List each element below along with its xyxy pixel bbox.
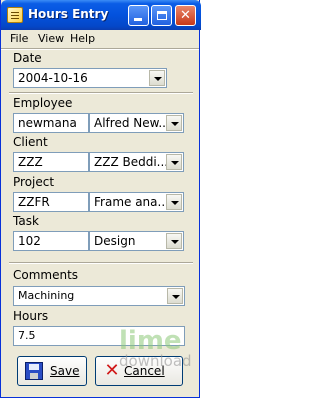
task-name-value: Design	[94, 234, 136, 248]
date-label: Date	[13, 51, 42, 65]
project-label: Project	[13, 175, 55, 189]
chevron-down-icon	[171, 161, 179, 165]
comments-dropdown-button[interactable]	[167, 288, 183, 304]
section-divider-bottom	[9, 262, 193, 264]
close-icon: ✕	[180, 8, 191, 23]
hours-entry-window: Hours Entry ✕ File View Help Date 2004-1…	[0, 0, 201, 398]
client-dropdown-button[interactable]	[166, 154, 182, 170]
task-dropdown-button[interactable]	[166, 233, 182, 249]
lime-download-watermark: lime download	[119, 328, 192, 369]
project-name-select[interactable]: Frame ana...	[89, 192, 184, 212]
hours-label: Hours	[13, 309, 49, 323]
app-icon	[7, 7, 23, 23]
project-name-value: Frame ana...	[94, 195, 169, 209]
menu-view[interactable]: View	[38, 32, 64, 45]
comments-label: Comments	[13, 268, 79, 282]
date-select[interactable]: 2004-10-16	[13, 68, 167, 88]
client-name-value: ZZZ Beddi...	[94, 155, 169, 169]
task-name-select[interactable]: Design	[89, 231, 184, 251]
chevron-down-icon	[172, 295, 180, 299]
client-code-field[interactable]: ZZZ	[13, 152, 89, 172]
menu-file[interactable]: File	[10, 32, 28, 45]
comments-value: Machining	[18, 289, 75, 302]
watermark-top: lime	[119, 326, 182, 356]
employee-name-value: Alfred New...	[94, 116, 170, 130]
maximize-button[interactable]	[151, 5, 172, 26]
task-code-field[interactable]: 102	[13, 231, 89, 251]
comments-select[interactable]: Machining	[13, 286, 185, 306]
employee-label: Employee	[13, 96, 73, 110]
client-label: Client	[13, 135, 48, 149]
chevron-down-icon	[171, 201, 179, 205]
floppy-disk-icon	[25, 362, 43, 380]
task-label: Task	[13, 214, 39, 228]
title-bar[interactable]: Hours Entry ✕	[1, 0, 201, 30]
date-dropdown-button[interactable]	[149, 70, 165, 86]
save-button[interactable]: Save	[17, 356, 87, 386]
employee-code-field[interactable]: newmana	[13, 113, 89, 133]
menu-help[interactable]: Help	[70, 32, 95, 45]
menu-bar: File View Help	[1, 30, 199, 48]
watermark-bottom: download	[119, 352, 192, 370]
chevron-down-icon	[171, 240, 179, 244]
close-button[interactable]: ✕	[175, 5, 196, 26]
employee-dropdown-button[interactable]	[166, 115, 182, 131]
project-code-field[interactable]: ZZFR	[13, 192, 89, 212]
save-button-label: Save	[50, 364, 80, 378]
employee-name-select[interactable]: Alfred New...	[89, 113, 184, 133]
chevron-down-icon	[154, 77, 162, 81]
section-divider-top	[9, 92, 193, 94]
chevron-down-icon	[171, 122, 179, 126]
minimize-button[interactable]	[128, 5, 149, 26]
client-name-select[interactable]: ZZZ Beddi...	[89, 152, 184, 172]
minimize-icon	[134, 18, 142, 21]
maximize-icon	[157, 11, 167, 20]
date-value: 2004-10-16	[18, 71, 88, 85]
project-dropdown-button[interactable]	[166, 194, 182, 210]
menu-divider	[1, 48, 199, 50]
window-title: Hours Entry	[28, 7, 109, 21]
